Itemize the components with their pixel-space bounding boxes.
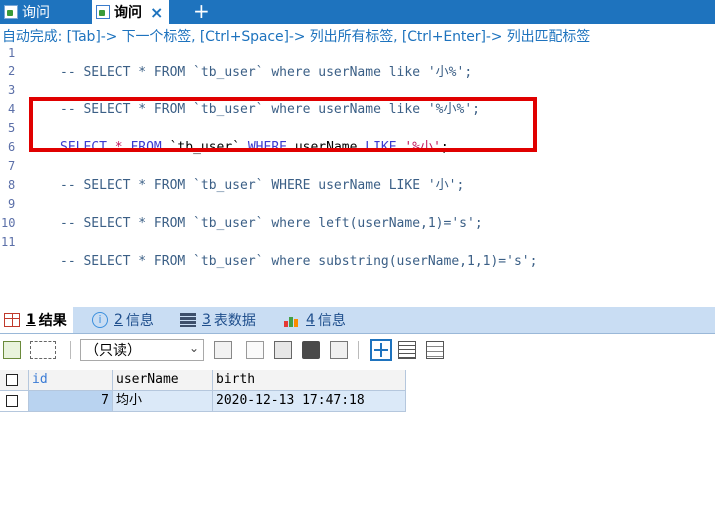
cell-id[interactable]: 7 bbox=[29, 391, 113, 412]
column-header-id[interactable]: id bbox=[29, 370, 113, 391]
tab-hotkey: 4 bbox=[306, 312, 315, 328]
add-tab-button[interactable]: + bbox=[193, 0, 210, 24]
line-number: 11 bbox=[1, 235, 16, 249]
tab-info[interactable]: i 2 信息 bbox=[92, 307, 154, 333]
form-view-icon[interactable] bbox=[398, 341, 416, 359]
new-row-icon[interactable] bbox=[214, 341, 232, 359]
checkbox[interactable] bbox=[6, 395, 18, 407]
line-number: 4 bbox=[8, 102, 16, 116]
tab-label: 信息 bbox=[125, 313, 154, 329]
line-number: 2 bbox=[8, 64, 16, 78]
cell-username[interactable]: 均小 bbox=[113, 391, 213, 412]
separator bbox=[70, 341, 71, 359]
refresh-icon[interactable] bbox=[330, 341, 348, 359]
result-toolbar: （只读） ⌄ bbox=[0, 335, 715, 365]
code-line-1[interactable]: -- SELECT * FROM `tb_user` where userNam… bbox=[60, 63, 472, 82]
line-number: 6 bbox=[8, 140, 16, 154]
line-number: 7 bbox=[8, 159, 16, 173]
code-line-7[interactable]: -- SELECT * FROM `tb_user` WHERE userNam… bbox=[60, 176, 464, 195]
column-header-birth[interactable]: birth bbox=[213, 370, 406, 391]
duplicate-row-icon[interactable] bbox=[246, 341, 264, 359]
text-view-icon[interactable] bbox=[426, 341, 444, 359]
code-line-9[interactable]: -- SELECT * FROM `tb_user` where left(us… bbox=[60, 214, 483, 233]
tab-query-1[interactable]: 询问 bbox=[4, 0, 50, 24]
tab-label: 询问 bbox=[22, 5, 50, 21]
tab-info-2[interactable]: 4 信息 bbox=[284, 307, 346, 333]
tab-label: 信息 bbox=[317, 313, 346, 329]
line-number: 5 bbox=[8, 121, 16, 135]
query-tab-bar: 询问 询问 × + bbox=[0, 0, 715, 24]
close-icon[interactable]: × bbox=[150, 3, 163, 22]
save-icon[interactable] bbox=[274, 341, 292, 359]
tab-table-data[interactable]: 3 表数据 bbox=[180, 307, 256, 333]
chevron-down-icon: ⌄ bbox=[188, 341, 199, 355]
checkbox[interactable] bbox=[6, 374, 18, 386]
readonly-select-value: （只读） bbox=[85, 343, 141, 359]
export-dropdown-icon[interactable] bbox=[30, 341, 56, 359]
delete-icon[interactable] bbox=[302, 341, 320, 359]
result-tab-bar: 1 结果 i 2 信息 3 表数据 4 信息 bbox=[0, 307, 715, 334]
tab-label: 表数据 bbox=[213, 313, 256, 329]
column-header-username[interactable]: userName bbox=[113, 370, 213, 391]
import-icon[interactable] bbox=[3, 341, 21, 359]
tab-hotkey: 3 bbox=[202, 312, 211, 328]
query-icon bbox=[4, 5, 18, 19]
line-number: 10 bbox=[1, 216, 16, 230]
tab-query-2-active[interactable]: 询问 × bbox=[92, 0, 170, 24]
tab-label: 询问 bbox=[114, 5, 142, 21]
line-number: 9 bbox=[8, 197, 16, 211]
tab-hotkey: 2 bbox=[114, 312, 123, 328]
grid-icon bbox=[4, 313, 20, 327]
tab-label: 结果 bbox=[38, 313, 67, 329]
tab-hotkey: 1 bbox=[26, 312, 36, 328]
highlight-box bbox=[29, 97, 537, 152]
code-line-11[interactable]: -- SELECT * FROM `tb_user` where substri… bbox=[60, 252, 537, 271]
line-number: 8 bbox=[8, 178, 16, 192]
bar-chart-icon bbox=[284, 313, 300, 327]
cell-birth[interactable]: 2020-12-13 17:47:18 bbox=[213, 391, 406, 412]
grid-view-icon[interactable] bbox=[370, 339, 392, 361]
line-number: 1 bbox=[8, 46, 16, 60]
tab-results[interactable]: 1 结果 bbox=[0, 307, 73, 333]
readonly-select[interactable]: （只读） ⌄ bbox=[80, 339, 204, 361]
table-icon bbox=[180, 313, 196, 327]
select-all-cell[interactable] bbox=[0, 370, 29, 391]
query-icon bbox=[96, 5, 110, 19]
row-select-cell[interactable] bbox=[0, 391, 29, 412]
autocomplete-hint: 自动完成: [Tab]-> 下一个标签, [Ctrl+Space]-> 列出所有… bbox=[2, 29, 591, 45]
separator bbox=[358, 341, 359, 359]
info-icon: i bbox=[92, 312, 108, 328]
line-number: 3 bbox=[8, 83, 16, 97]
